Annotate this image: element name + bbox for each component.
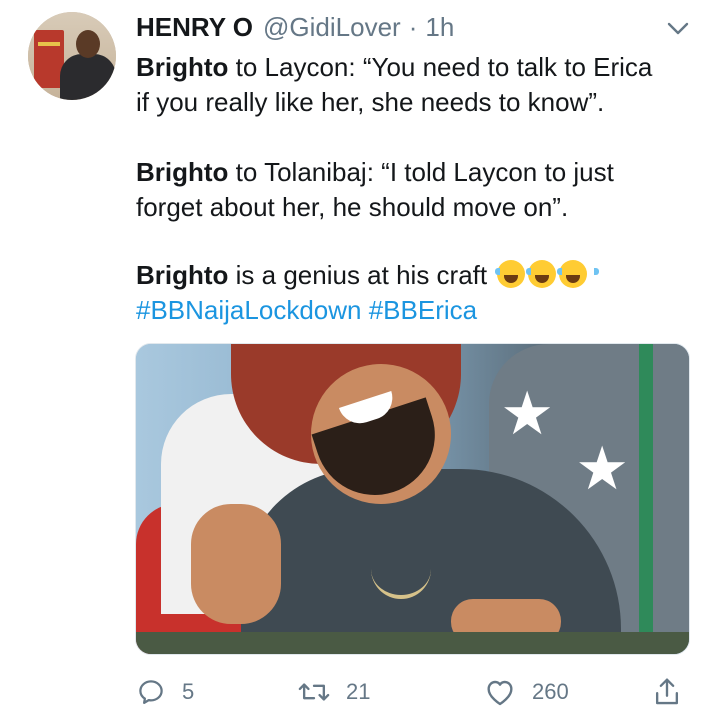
header-separator: ·: [408, 12, 418, 42]
tears-of-joy-emoji-icon: [495, 260, 538, 288]
retweet-count: 21: [346, 679, 371, 704]
share-icon: [655, 678, 679, 705]
tweet-text-line: Brighto to Laycon: “You need to talk to …: [136, 50, 652, 85]
like-button[interactable]: 260: [484, 676, 569, 708]
hashtag-link[interactable]: #BBErica: [369, 295, 477, 325]
mention-name: Brighto: [136, 157, 229, 187]
reply-icon: [139, 680, 163, 704]
hashtag-link[interactable]: #BBNaijaLockdown: [136, 295, 361, 325]
tweet-text-line: Brighto is a genius at his craft: [136, 258, 600, 293]
photo-star-icon: ★: [575, 435, 629, 502]
retweet-button[interactable]: 21: [298, 676, 370, 708]
tweet-text: to Laycon: “You need to talk to Erica: [228, 52, 653, 82]
tears-of-joy-emoji-icon: [526, 260, 569, 288]
tweet-timestamp[interactable]: 1h: [425, 12, 454, 43]
mention-name: Brighto: [136, 52, 229, 82]
retweet-icon: [298, 683, 330, 701]
hashtags-line: #BBNaijaLockdown #BBErica: [136, 293, 477, 328]
tears-of-joy-emoji-icon: [557, 260, 600, 288]
photo-lanyard: [639, 344, 653, 654]
tweet-media-image[interactable]: ★ ★: [135, 343, 690, 655]
tweet-text: to Tolanibaj: “I told Laycon to just: [228, 157, 614, 187]
avatar-shelf-detail: [38, 42, 60, 46]
reply-button[interactable]: 5: [136, 676, 194, 708]
author-name[interactable]: HENRY O: [136, 12, 253, 43]
author-avatar[interactable]: [28, 12, 116, 100]
mention-name: Brighto: [136, 260, 229, 290]
reply-count: 5: [182, 679, 195, 704]
heart-icon: [487, 680, 513, 706]
tweet-text-line: if you really like her, she needs to kno…: [136, 87, 605, 117]
photo-star-icon: ★: [500, 380, 554, 447]
share-button[interactable]: [652, 676, 682, 708]
photo-arm: [191, 504, 281, 624]
author-handle[interactable]: @GidiLover: [263, 12, 401, 43]
like-count: 260: [532, 679, 569, 704]
chevron-down-icon[interactable]: [666, 20, 690, 38]
avatar-body: [60, 54, 116, 100]
tweet-actions-bar: 5 21 260: [0, 676, 720, 708]
tweet-text: is a genius at his craft: [228, 260, 495, 290]
tweet-text-line: forget about her, he should move on”.: [136, 192, 569, 222]
avatar-head: [76, 30, 100, 58]
tweet-text-line: Brighto to Tolanibaj: “I told Laycon to …: [136, 155, 614, 190]
tweet-header: HENRY O @GidiLover · 1h: [136, 12, 454, 48]
photo-railing: [136, 632, 689, 654]
